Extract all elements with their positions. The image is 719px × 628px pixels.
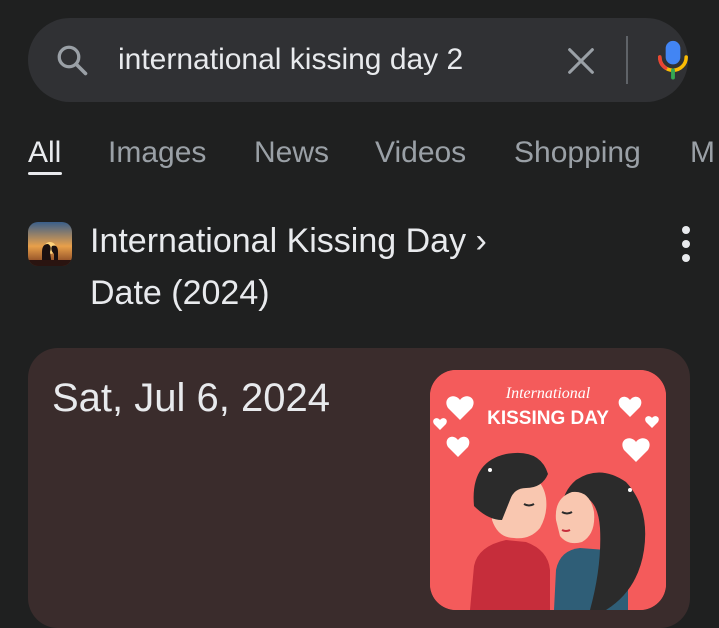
answer-card: Sat, Jul 6, 2024 International KISSING D… bbox=[28, 348, 690, 628]
search-tabs: All Images News Videos Shopping M bbox=[0, 128, 719, 178]
search-input[interactable]: international kissing day 2 bbox=[118, 40, 536, 80]
close-icon[interactable] bbox=[564, 44, 598, 78]
result-subtitle: Date (2024) bbox=[90, 274, 270, 312]
answer-date: Sat, Jul 6, 2024 bbox=[52, 376, 330, 420]
tab-images[interactable]: Images bbox=[108, 136, 206, 170]
result-title-text[interactable]: International Kissing Day bbox=[90, 222, 466, 260]
tab-videos[interactable]: Videos bbox=[375, 136, 466, 170]
tab-more[interactable]: M bbox=[690, 136, 715, 170]
tab-all[interactable]: All bbox=[28, 136, 61, 170]
tab-shopping[interactable]: Shopping bbox=[514, 136, 641, 170]
illustration-heading-text: KISSING DAY bbox=[487, 408, 609, 429]
result-title[interactable]: International Kissing Day › bbox=[90, 222, 487, 261]
more-options-icon[interactable] bbox=[676, 224, 696, 264]
search-icon[interactable] bbox=[54, 42, 90, 78]
tab-news[interactable]: News bbox=[254, 136, 329, 170]
mic-icon[interactable] bbox=[655, 38, 691, 82]
active-tab-indicator bbox=[28, 172, 62, 175]
chevron-right-icon: › bbox=[475, 222, 487, 260]
illustration-script-text: International bbox=[505, 385, 591, 402]
search-divider bbox=[626, 36, 628, 84]
kissing-day-illustration[interactable]: International KISSING DAY bbox=[430, 370, 666, 610]
result-favicon[interactable] bbox=[28, 222, 72, 266]
search-bar[interactable]: international kissing day 2 bbox=[28, 18, 688, 102]
